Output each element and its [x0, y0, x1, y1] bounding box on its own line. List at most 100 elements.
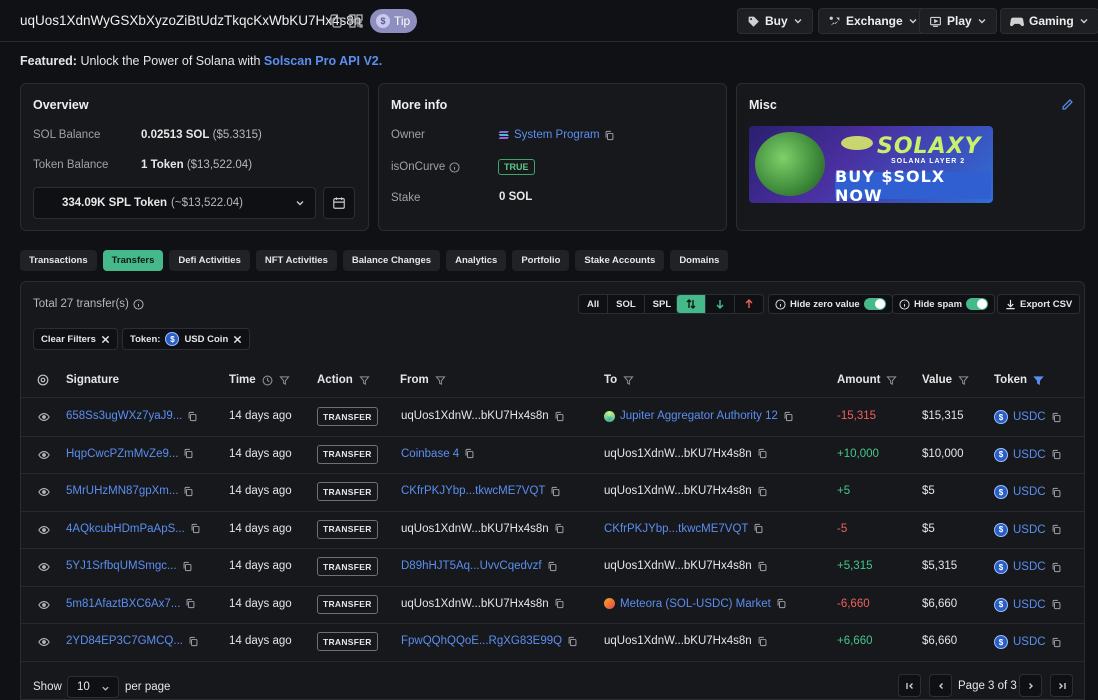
hide-spam-switch[interactable] [966, 298, 989, 310]
token-link[interactable]: USDC [1013, 486, 1046, 498]
from-address[interactable]: uqUos1XdnW...bKU7Hx4s8n [401, 523, 549, 535]
last-page-button[interactable] [1050, 674, 1073, 697]
tab-stake-accounts[interactable]: Stake Accounts [575, 250, 665, 271]
copy-icon[interactable] [554, 411, 565, 422]
clear-filters-chip[interactable]: Clear Filters [33, 328, 118, 350]
copy-icon[interactable] [464, 448, 475, 459]
copy-icon[interactable] [550, 486, 561, 497]
edit-icon[interactable] [1061, 98, 1074, 111]
to-address[interactable]: uqUos1XdnW...bKU7Hx4s8n [604, 485, 752, 497]
play-menu-button[interactable]: Play [919, 8, 997, 34]
signature-link[interactable]: 5m81AfaztBXC6Ax7... [66, 598, 180, 610]
from-address[interactable]: FpwQQhQQoE...RgXG83E99Q [401, 635, 562, 647]
from-address[interactable]: uqUos1XdnW...bKU7Hx4s8n [401, 598, 549, 610]
eye-icon[interactable] [38, 487, 50, 497]
settings-column-header[interactable] [37, 374, 49, 386]
eye-icon[interactable] [38, 450, 50, 460]
filter-icon[interactable] [359, 375, 370, 386]
filter-icon[interactable] [623, 375, 634, 386]
calendar-button[interactable] [323, 187, 355, 219]
info-icon[interactable] [133, 298, 144, 310]
token-link[interactable]: USDC [1013, 411, 1046, 423]
token-filter-chip[interactable]: Token: $ USD Coin [122, 328, 251, 350]
type-filter-sol[interactable]: SOL [608, 295, 645, 313]
next-page-button[interactable] [1019, 674, 1042, 697]
copy-icon[interactable] [554, 523, 565, 534]
eye-icon[interactable] [38, 412, 50, 422]
tab-transfers[interactable]: Transfers [102, 250, 164, 271]
tab-transactions[interactable]: Transactions [20, 250, 97, 271]
copy-icon[interactable] [757, 486, 768, 497]
copy-icon[interactable] [190, 523, 201, 534]
signature-link[interactable]: 5YJ1SrfbqUMSmgc... [66, 560, 177, 572]
hide-spam-toggle[interactable]: Hide spam [892, 294, 996, 314]
direction-both-button[interactable] [677, 295, 706, 313]
eye-icon[interactable] [38, 600, 50, 610]
qr-code-icon[interactable] [348, 13, 364, 29]
copy-icon[interactable] [547, 561, 558, 572]
copy-icon[interactable] [185, 598, 196, 609]
type-filter-all[interactable]: All [579, 295, 609, 313]
copy-icon[interactable] [1051, 412, 1062, 423]
gaming-menu-button[interactable]: Gaming [1000, 8, 1098, 34]
copy-icon[interactable] [753, 523, 764, 534]
copy-icon[interactable] [567, 636, 578, 647]
token-holdings-dropdown[interactable]: 334.09K SPL Token (~$13,522.04) [33, 187, 316, 219]
copy-icon[interactable] [1051, 524, 1062, 535]
from-address[interactable]: D89hHJT5Aq...UvvCqedvzf [401, 560, 542, 572]
copy-icon[interactable] [1051, 599, 1062, 610]
to-address[interactable]: CKfrPKJYbp...tkwcME7VQT [604, 523, 748, 535]
tab-nft-activities[interactable]: NFT Activities [255, 250, 337, 271]
direction-in-button[interactable] [706, 295, 735, 313]
filter-active-icon[interactable] [1033, 375, 1044, 386]
token-link[interactable]: USDC [1013, 524, 1046, 536]
from-address[interactable]: uqUos1XdnW...bKU7Hx4s8n [401, 410, 549, 422]
copy-icon[interactable] [182, 561, 193, 572]
copy-icon[interactable] [604, 130, 615, 141]
copy-icon[interactable] [1051, 487, 1062, 498]
direction-out-button[interactable] [735, 295, 763, 313]
copy-icon[interactable] [783, 411, 794, 422]
copy-icon[interactable] [1051, 562, 1062, 573]
tab-portfolio[interactable]: Portfolio [512, 250, 570, 271]
type-filter-spl[interactable]: SPL [645, 295, 679, 313]
signature-link[interactable]: 658Ss3ugWXz7yaJ9... [66, 410, 182, 422]
copy-icon[interactable] [757, 636, 768, 647]
copy-icon[interactable] [1051, 449, 1062, 460]
hide-zero-value-switch[interactable] [863, 298, 886, 310]
owner-link[interactable]: System Program [498, 129, 615, 141]
copy-icon[interactable] [757, 561, 768, 572]
tab-defi-activities[interactable]: Defi Activities [169, 250, 250, 271]
token-link[interactable]: USDC [1013, 449, 1046, 461]
token-link[interactable]: USDC [1013, 636, 1046, 648]
info-icon[interactable] [449, 161, 460, 173]
close-icon[interactable] [101, 335, 110, 344]
to-address[interactable]: uqUos1XdnW...bKU7Hx4s8n [604, 448, 752, 460]
tip-button[interactable]: $ Tip [370, 9, 418, 33]
buy-menu-button[interactable]: Buy [737, 8, 813, 34]
copy-icon[interactable] [554, 598, 565, 609]
copy-icon[interactable] [757, 448, 768, 459]
filter-icon[interactable] [886, 375, 898, 386]
signature-link[interactable]: 4AQkcubHDmPaApS... [66, 523, 185, 535]
token-link[interactable]: USDC [1013, 599, 1046, 611]
copy-icon[interactable] [188, 636, 199, 647]
clock-icon[interactable] [262, 375, 273, 386]
filter-icon[interactable] [278, 375, 290, 386]
copy-icon[interactable] [183, 448, 194, 459]
eye-icon[interactable] [38, 637, 50, 647]
tab-balance-changes[interactable]: Balance Changes [342, 250, 441, 271]
copy-icon[interactable] [328, 13, 344, 29]
signature-link[interactable]: 2YD84EP3C7GMCQ... [66, 635, 183, 647]
eye-icon[interactable] [38, 525, 50, 535]
per-page-select[interactable]: 10 [67, 676, 119, 698]
close-icon[interactable] [233, 335, 242, 344]
first-page-button[interactable] [898, 674, 921, 697]
tab-domains[interactable]: Domains [670, 250, 729, 271]
eye-icon[interactable] [38, 562, 50, 572]
filter-icon[interactable] [435, 375, 446, 386]
token-link[interactable]: USDC [1013, 561, 1046, 573]
ad-banner[interactable]: SOLAXY SOLANA LAYER 2 BUY $SOLX NOW [749, 126, 993, 203]
from-address[interactable]: Coinbase 4 [401, 448, 459, 460]
exchange-menu-button[interactable]: Exchange [818, 8, 928, 34]
